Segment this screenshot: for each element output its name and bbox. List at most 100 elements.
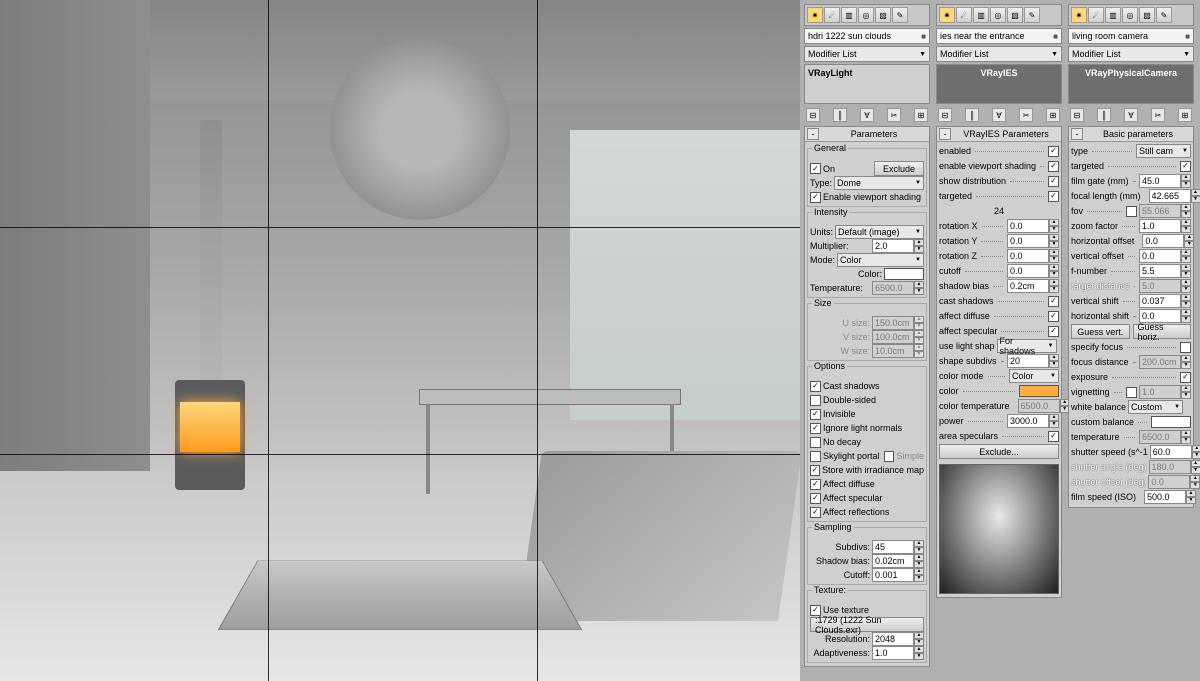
guess-horiz-button[interactable]: Guess horiz. [1133, 324, 1192, 339]
adapt-spinner[interactable]: ▲▼ [872, 646, 924, 660]
affect-diffuse-checkbox[interactable] [810, 479, 821, 490]
voff-spinner[interactable]: ▲▼ [1139, 249, 1191, 263]
render-viewport[interactable] [0, 0, 800, 681]
uls-select[interactable]: For shadows [997, 339, 1057, 353]
camtype-select[interactable]: Still cam [1136, 144, 1191, 158]
make-unique-icon[interactable]: ∀ [860, 108, 874, 122]
sbias-spinner[interactable]: ▲▼ [1007, 279, 1059, 293]
show-end-icon[interactable]: ║ [833, 108, 847, 122]
affect-specular-checkbox[interactable] [810, 493, 821, 504]
configure-icon[interactable]: ⊞ [914, 108, 928, 122]
modifier-stack[interactable]: VRayLight [804, 64, 930, 104]
on-checkbox[interactable] [810, 163, 821, 174]
units-select[interactable]: Default (image) [835, 225, 924, 239]
sspeed-spinner[interactable]: ▲▼ [1150, 445, 1200, 459]
guide-v2 [537, 0, 538, 681]
color-swatch[interactable] [1019, 385, 1059, 397]
zoom-spinner[interactable]: ▲▼ [1139, 219, 1191, 233]
shs-spinner[interactable]: ▲▼ [1007, 354, 1059, 368]
res-spinner[interactable]: ▲▼ [872, 632, 924, 646]
modify-icon[interactable]: ☄ [824, 7, 840, 23]
targeted-checkbox[interactable] [1180, 161, 1191, 172]
vshift-spinner[interactable]: ▲▼ [1139, 294, 1191, 308]
focal-spinner[interactable]: ▲▼ [1149, 189, 1200, 203]
vig-checkbox[interactable] [1126, 387, 1137, 398]
modifier-list[interactable]: Modifier List [804, 46, 930, 62]
pin-icon[interactable]: ⊟ [806, 108, 820, 122]
shadowbias-spinner[interactable]: ▲▼ [872, 554, 924, 568]
ctemp-spinner[interactable]: ▲▼ [1018, 399, 1070, 413]
ignore-normals-checkbox[interactable] [810, 423, 821, 434]
modifier-list[interactable]: Modifier List [936, 46, 1062, 62]
evs-checkbox[interactable] [810, 192, 821, 203]
sfocus-checkbox[interactable] [1180, 342, 1191, 353]
guide-h2 [0, 454, 800, 455]
remove-icon[interactable]: ✂ [887, 108, 901, 122]
temp-spinner[interactable]: ▲▼ [1139, 430, 1191, 444]
mode-select[interactable]: Color [837, 253, 924, 267]
motion-icon[interactable]: ◎ [858, 7, 874, 23]
fov-checkbox[interactable] [1126, 206, 1137, 217]
cbal-swatch[interactable] [1151, 416, 1191, 428]
fov-spinner[interactable]: ▲▼ [1139, 204, 1191, 218]
enabled-checkbox[interactable] [1048, 146, 1059, 157]
aspecs-checkbox[interactable] [1048, 431, 1059, 442]
vig-spinner[interactable]: ▲▼ [1139, 385, 1191, 399]
modifier-list[interactable]: Modifier List [1068, 46, 1194, 62]
rotx-spinner[interactable]: ▲▼ [1007, 219, 1059, 233]
roty-spinner[interactable]: ▲▼ [1007, 234, 1059, 248]
object-name[interactable]: living room camera■ [1068, 28, 1194, 44]
guess-vert-button[interactable]: Guess vert. [1071, 324, 1130, 339]
iso-spinner[interactable]: ▲▼ [1144, 490, 1196, 504]
modifier-stack[interactable]: VRayPhysicalCamera [1068, 64, 1194, 104]
skylight-checkbox[interactable] [810, 451, 821, 462]
store-irr-checkbox[interactable] [810, 465, 820, 476]
multiplier-spinner[interactable]: ▲▼ [872, 239, 924, 253]
invisible-checkbox[interactable] [810, 409, 821, 420]
group-options: Options [812, 361, 847, 371]
display-icon[interactable]: ▧ [875, 7, 891, 23]
affect-refl-checkbox[interactable] [810, 507, 821, 518]
object-name[interactable]: hdri 1222 sun clouds■ [804, 28, 930, 44]
rollup-parameters: -Parameters General On Exclude Type:Dome… [804, 126, 930, 667]
aspec-checkbox[interactable] [1048, 326, 1059, 337]
collapse-icon[interactable]: - [807, 128, 819, 140]
exposure-checkbox[interactable] [1180, 372, 1191, 383]
targeted-checkbox[interactable] [1048, 191, 1059, 202]
group-general: General [812, 143, 848, 153]
group-intensity: Intensity [812, 207, 850, 217]
object-name[interactable]: ies near the entrance■ [936, 28, 1062, 44]
hierarchy-icon[interactable]: ▥ [841, 7, 857, 23]
cast-shadows-checkbox[interactable] [810, 381, 821, 392]
cshad-checkbox[interactable] [1048, 296, 1059, 307]
exclude-button[interactable]: Exclude... [939, 444, 1059, 459]
tdist-spinner[interactable]: ▲▼ [1139, 279, 1191, 293]
subdivs-spinner[interactable]: ▲▼ [872, 540, 924, 554]
adiff-checkbox[interactable] [1048, 311, 1059, 322]
exclude-button[interactable]: Exclude [874, 161, 924, 176]
color-swatch[interactable] [884, 268, 924, 280]
modifier-stack[interactable]: VRayIES [936, 64, 1062, 104]
color-swatch[interactable]: ■ [921, 32, 926, 41]
cmode-select[interactable]: Color [1009, 369, 1059, 383]
fdist-spinner[interactable]: ▲▼ [1139, 355, 1191, 369]
texture-slot[interactable]: :1729 (1222 Sun Clouds.exr) [810, 617, 924, 632]
rotz-spinner[interactable]: ▲▼ [1007, 249, 1059, 263]
guide-v1 [268, 0, 269, 681]
utilities-icon[interactable]: ✎ [892, 7, 908, 23]
hoff-spinner[interactable]: ▲▼ [1142, 234, 1194, 248]
create-icon[interactable]: ✷ [807, 7, 823, 23]
wb-select[interactable]: Custom [1128, 400, 1183, 414]
temp-spinner[interactable]: ▲▼ [872, 281, 924, 295]
double-sided-checkbox[interactable] [810, 395, 821, 406]
evs-checkbox[interactable] [1048, 161, 1059, 172]
no-decay-checkbox[interactable] [810, 437, 821, 448]
fnum-spinner[interactable]: ▲▼ [1139, 264, 1191, 278]
type-select[interactable]: Dome [834, 176, 924, 190]
showdist-checkbox[interactable] [1048, 176, 1059, 187]
power-spinner[interactable]: ▲▼ [1007, 414, 1059, 428]
cutoff-spinner[interactable]: ▲▼ [872, 568, 924, 582]
cutoff-spinner[interactable]: ▲▼ [1007, 264, 1059, 278]
panel-vraycam: ✷☄▥◎▧✎ living room camera■ Modifier List… [1068, 4, 1194, 677]
filmgate-spinner[interactable]: ▲▼ [1139, 174, 1191, 188]
